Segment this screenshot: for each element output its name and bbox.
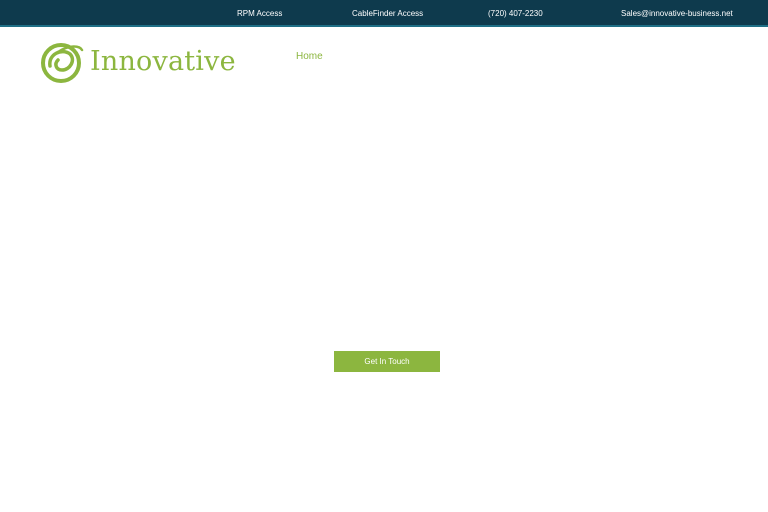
get-in-touch-button[interactable]: Get In Touch [334, 351, 440, 372]
site-logo[interactable]: Innovative [40, 40, 236, 84]
top-bar: RPM Access CableFinder Access (720) 407-… [0, 0, 768, 27]
phone-link[interactable]: (720) 407-2230 [488, 0, 543, 27]
site-header: Innovative Home [0, 27, 768, 97]
cablefinder-access-link[interactable]: CableFinder Access [352, 0, 423, 27]
rpm-access-link[interactable]: RPM Access [237, 0, 282, 27]
logo-wordmark: Innovative [90, 46, 236, 77]
innovative-swirl-logo-icon [40, 40, 84, 84]
nav-home-link[interactable]: Home [296, 51, 323, 62]
email-link[interactable]: Sales@innovative-business.net [621, 0, 733, 27]
